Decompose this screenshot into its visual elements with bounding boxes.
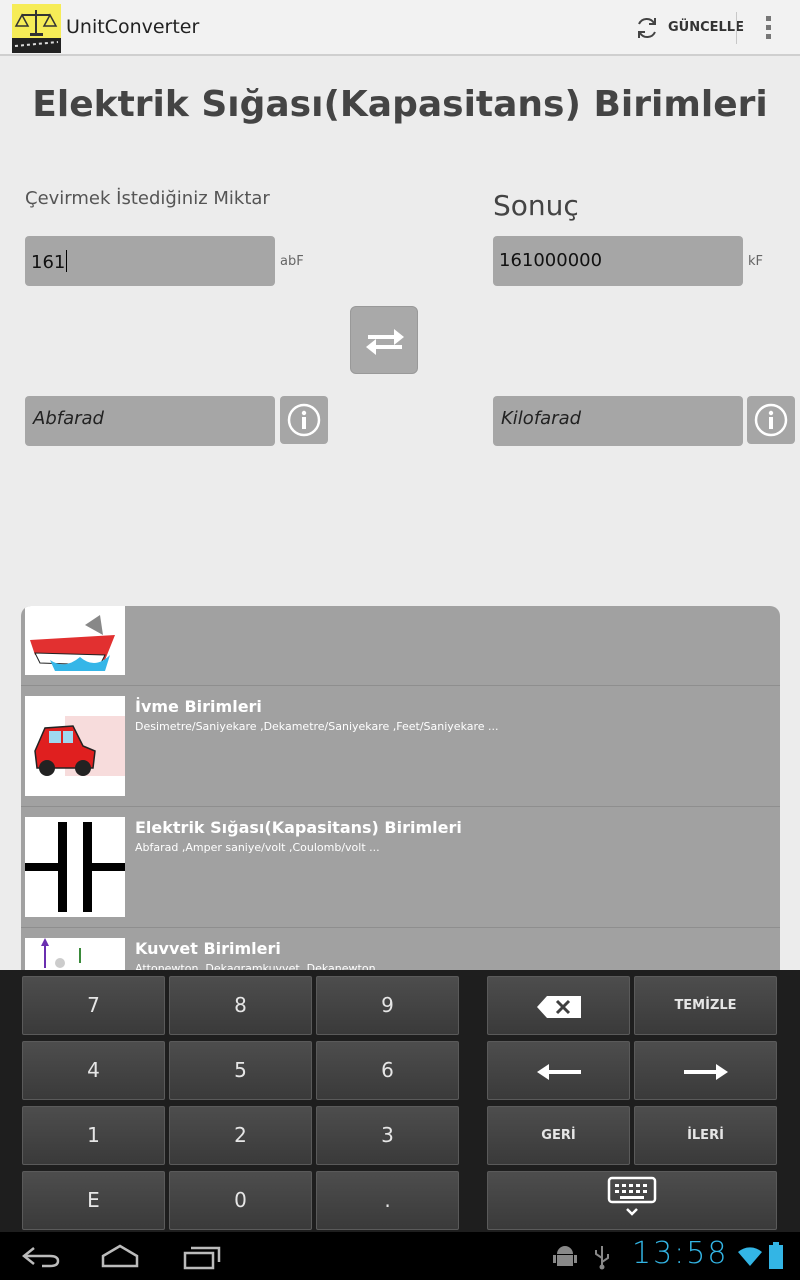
category-list[interactable]: İvme Birimleri Desimetre/Saniyekare ,Dek… [21,606,780,970]
cursor-right-key[interactable] [634,1041,777,1100]
info-icon [754,403,788,437]
swap-icon [366,329,404,355]
cursor-left-key[interactable] [487,1041,630,1100]
swap-units-button[interactable] [350,306,418,374]
clear-key[interactable]: TEMİZLE [634,976,777,1035]
capacitor-icon [25,817,125,917]
result-unit-abbr: kF [748,254,764,269]
key-6[interactable]: 6 [316,1041,459,1100]
home-nav-icon[interactable] [100,1244,140,1268]
list-item-title: Kuvvet Birimleri [135,939,281,958]
app-logo-icon[interactable] [12,4,61,53]
result-field[interactable]: 161000000 [493,236,743,286]
status-clock: 13:58 [632,1236,729,1271]
key-4[interactable]: 4 [22,1041,165,1100]
key-5[interactable]: 5 [169,1041,312,1100]
page-title: Elektrik Sığası(Kapasitans) Birimleri [32,84,768,125]
key-3[interactable]: 3 [316,1106,459,1165]
info-icon [287,403,321,437]
hide-keyboard-key[interactable] [487,1171,777,1230]
list-item-title: İvme Birimleri [135,697,262,716]
key-dot[interactable]: . [316,1171,459,1230]
input-unit-abbr: abF [280,254,304,269]
battery-icon [769,1242,783,1269]
app-title: UnitConverter [66,16,200,38]
list-item-title: Elektrik Sığası(Kapasitans) Birimleri [135,818,462,837]
list-item[interactable]: Kuvvet Birimleri Attonewton ,Dekagramkuv… [21,928,780,970]
list-item-subtitle: Abfarad ,Amper saniye/volt ,Coulomb/volt… [135,841,380,854]
arrow-left-icon [536,1063,581,1080]
key-9[interactable]: 9 [316,976,459,1035]
backspace-key[interactable] [487,976,630,1035]
boat-icon [25,606,125,675]
usb-icon [595,1246,609,1270]
overflow-menu-icon[interactable] [764,16,772,42]
from-unit-select[interactable]: Abfarad [25,396,275,446]
refresh-icon[interactable] [634,15,660,41]
arrow-right-icon [683,1063,728,1080]
divider [736,12,737,44]
wifi-icon [738,1247,762,1266]
result-label: Sonuç [493,189,579,222]
key-e[interactable]: E [22,1171,165,1230]
input-label: Çevirmek İstediğiniz Miktar [25,188,270,209]
keyboard-hide-icon [607,1176,657,1216]
key-8[interactable]: 8 [169,976,312,1035]
list-item[interactable]: Elektrik Sığası(Kapasitans) Birimleri Ab… [21,807,780,928]
back-nav-icon[interactable] [22,1246,60,1268]
key-2[interactable]: 2 [169,1106,312,1165]
recent-apps-icon[interactable] [183,1244,221,1270]
action-bar: UnitConverter GÜNCELLE [0,0,800,56]
text-cursor [66,250,68,272]
to-unit-info-button[interactable] [747,396,795,444]
backspace-icon [536,995,581,1018]
back-key[interactable]: GERİ [487,1106,630,1165]
system-nav-bar: 13:58 [0,1232,800,1280]
car-icon [25,696,125,796]
update-button[interactable]: GÜNCELLE [668,20,744,35]
force-icon [25,938,125,970]
list-item-subtitle: Attonewton ,Dekagramkuvvet ,Dekanewton .… [135,962,390,970]
key-1[interactable]: 1 [22,1106,165,1165]
to-unit-select[interactable]: Kilofarad [493,396,743,446]
amount-value: 161 [31,252,66,273]
from-unit-info-button[interactable] [280,396,328,444]
result-value: 161000000 [499,250,603,271]
amount-input[interactable]: 161 [25,236,275,286]
list-item[interactable]: İvme Birimleri Desimetre/Saniyekare ,Dek… [21,686,780,807]
key-0[interactable]: 0 [169,1171,312,1230]
list-item[interactable] [21,606,780,686]
android-debug-icon [553,1246,577,1266]
key-7[interactable]: 7 [22,976,165,1035]
next-key[interactable]: İLERİ [634,1106,777,1165]
list-item-subtitle: Desimetre/Saniyekare ,Dekametre/Saniyeka… [135,720,499,733]
numeric-keypad: 7 8 9 TEMİZLE 4 5 6 1 2 3 GERİ İLERİ E 0… [0,970,800,1232]
